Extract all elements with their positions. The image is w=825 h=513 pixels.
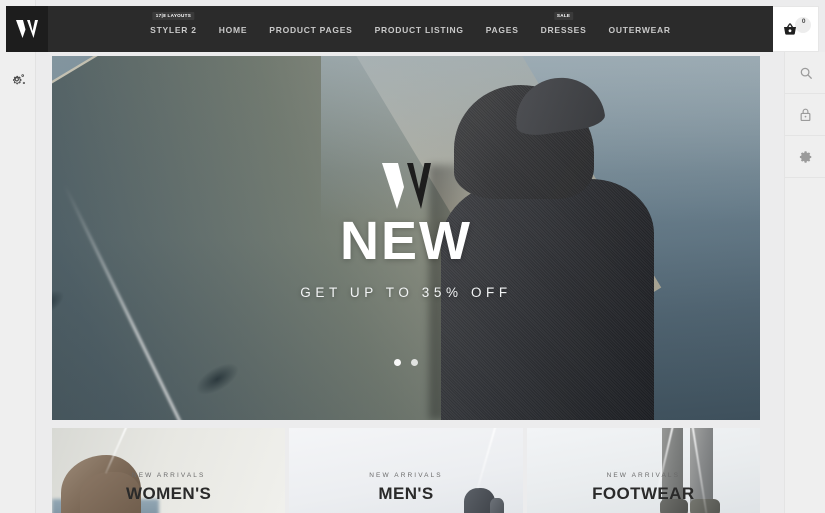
nav-label: OUTERWEAR bbox=[608, 25, 671, 35]
account-lock-button[interactable] bbox=[785, 94, 825, 136]
card-text-womens: NEW ARRIVALS WOMEN'S bbox=[52, 472, 285, 504]
category-card-womens[interactable]: NEW ARRIVALS WOMEN'S bbox=[52, 428, 286, 513]
nav-item-product-listing[interactable]: PRODUCT LISTING bbox=[375, 23, 464, 35]
nav-badge-sale: SALE bbox=[553, 12, 574, 20]
card-text-footwear: NEW ARRIVALS FOOTWEAR bbox=[527, 472, 760, 504]
hero-dot-1[interactable] bbox=[394, 359, 401, 366]
right-sidebar bbox=[784, 52, 825, 513]
theme-settings-button[interactable] bbox=[0, 52, 36, 108]
card-text-mens: NEW ARRIVALS MEN'S bbox=[289, 472, 522, 504]
cart-button[interactable]: 0 bbox=[773, 6, 819, 52]
card-title: MEN'S bbox=[378, 484, 434, 503]
nav-item-product-pages[interactable]: PRODUCT PAGES bbox=[269, 23, 352, 35]
nav-label: DRESSES bbox=[540, 25, 587, 35]
nav-item-outerwear[interactable]: OUTERWEAR bbox=[609, 23, 671, 35]
hero-logo-mark bbox=[376, 160, 436, 212]
header-right-gap bbox=[819, 6, 825, 52]
left-sidebar bbox=[0, 0, 36, 513]
main-navigation: 17|8 LAYOUTS STYLER 2 HOME PRODUCT PAGES… bbox=[48, 6, 773, 52]
search-icon bbox=[799, 66, 813, 80]
nav-badge-layouts: 17|8 LAYOUTS bbox=[152, 12, 195, 20]
settings-button[interactable] bbox=[785, 136, 825, 178]
brand-logo[interactable] bbox=[6, 6, 48, 52]
nav-item-pages[interactable]: PAGES bbox=[486, 23, 519, 35]
card-title: WOMEN'S bbox=[126, 484, 212, 503]
card-kicker: NEW ARRIVALS bbox=[369, 472, 443, 479]
nav-label: PAGES bbox=[485, 25, 519, 35]
card-kicker: NEW ARRIVALS bbox=[131, 472, 206, 479]
gear-icon bbox=[799, 150, 813, 164]
brand-logo-icon bbox=[16, 20, 38, 38]
hero-pagination bbox=[52, 359, 760, 366]
card-kicker: NEW ARRIVALS bbox=[606, 472, 681, 479]
hero-subtitle: GET UP TO 35% OFF bbox=[300, 285, 512, 300]
nav-label: PRODUCT LISTING bbox=[374, 25, 464, 35]
hero-dot-2[interactable] bbox=[411, 359, 418, 366]
nav-label: STYLER 2 bbox=[150, 25, 197, 35]
category-cards: NEW ARRIVALS WOMEN'S NEW ARRIVALS MEN'S bbox=[52, 428, 760, 513]
hero-slider[interactable]: NEW GET UP TO 35% OFF bbox=[52, 56, 760, 420]
nav-item-home[interactable]: HOME bbox=[219, 23, 248, 35]
cart-count: 0 bbox=[801, 18, 806, 25]
category-card-footwear[interactable]: NEW ARRIVALS FOOTWEAR bbox=[526, 428, 760, 513]
hero-content: NEW GET UP TO 35% OFF bbox=[52, 160, 760, 300]
nav-item-styler-2[interactable]: 17|8 LAYOUTS STYLER 2 bbox=[150, 12, 197, 35]
nav-label: HOME bbox=[218, 25, 248, 35]
hero-title: NEW bbox=[340, 211, 472, 271]
lock-icon bbox=[799, 107, 812, 122]
category-card-mens[interactable]: NEW ARRIVALS MEN'S bbox=[289, 428, 523, 513]
card-title: FOOTWEAR bbox=[592, 484, 695, 503]
page-root: 17|8 LAYOUTS STYLER 2 HOME PRODUCT PAGES… bbox=[0, 0, 825, 513]
search-button[interactable] bbox=[785, 52, 825, 94]
site-header: 17|8 LAYOUTS STYLER 2 HOME PRODUCT PAGES… bbox=[0, 6, 825, 52]
nav-item-dresses[interactable]: SALE DRESSES bbox=[540, 12, 587, 35]
cogs-icon bbox=[10, 72, 27, 89]
nav-label: PRODUCT PAGES bbox=[269, 25, 353, 35]
